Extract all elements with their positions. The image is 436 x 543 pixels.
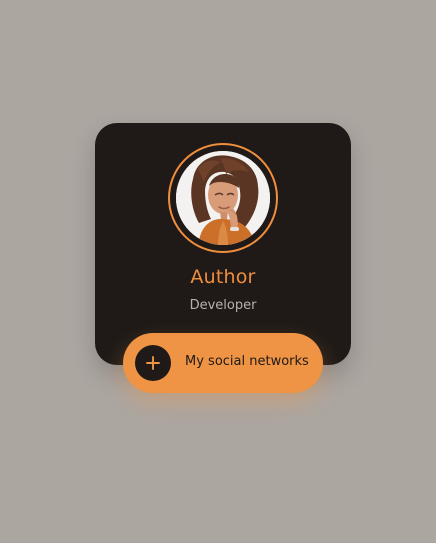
avatar-ring xyxy=(168,143,278,253)
author-role: Developer xyxy=(189,298,257,313)
plus-button-icon-container xyxy=(135,345,171,381)
avatar xyxy=(176,151,270,245)
social-networks-label: My social networks xyxy=(185,354,309,369)
author-name: Author xyxy=(190,266,256,288)
person-avatar-icon xyxy=(176,151,270,245)
plus-icon xyxy=(146,356,160,370)
social-networks-button[interactable]: My social networks xyxy=(123,333,323,393)
page-stage: Author Developer My social networks xyxy=(0,0,436,543)
profile-card: Author Developer xyxy=(95,123,351,365)
